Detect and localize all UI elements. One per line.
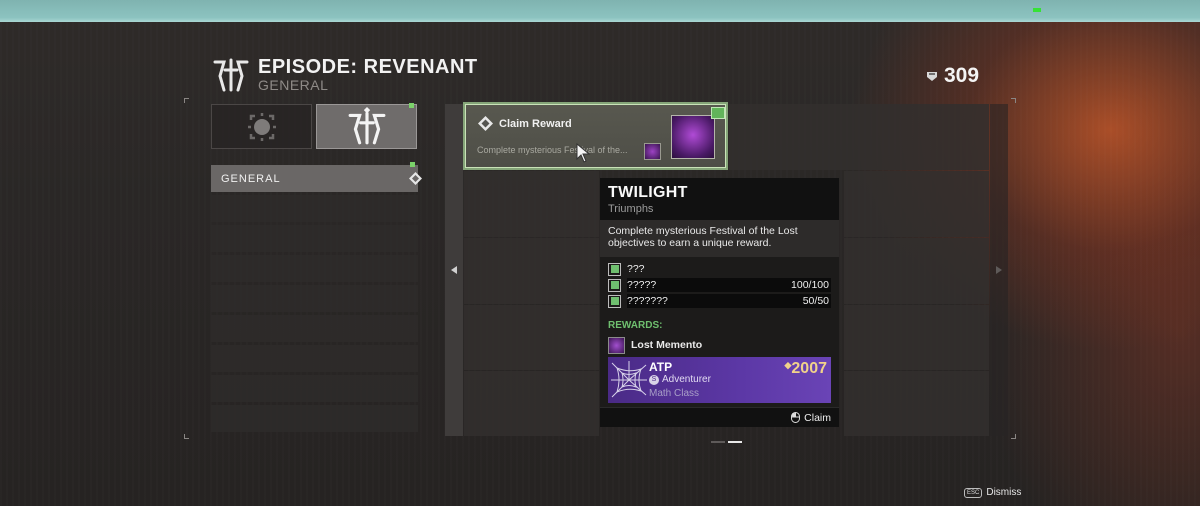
seasonal-emblem-icon <box>247 112 276 141</box>
category-item-empty <box>211 405 418 432</box>
rewards-heading: REWARDS: <box>608 320 663 331</box>
claim-reward-card[interactable]: Claim Reward Complete mysterious Festiva… <box>463 102 728 170</box>
frame-corner <box>184 434 189 439</box>
objective-bar: ????? 100/100 <box>627 278 831 292</box>
esc-key-icon: ESC <box>964 487 983 498</box>
page-title: EPISODE: REVENANT <box>258 56 478 78</box>
category-item-empty <box>211 225 418 252</box>
category-item-empty <box>211 375 418 402</box>
objective-label: ??? <box>627 263 645 275</box>
triumph-slot[interactable] <box>844 171 989 237</box>
emblem-subtitle: Math Class <box>649 388 700 399</box>
page-right-button[interactable] <box>990 104 1008 436</box>
triumph-slot[interactable] <box>844 305 989 370</box>
emblem-class-row: S Adventurer <box>649 374 711 385</box>
emblem-class: Adventurer <box>662 374 711 385</box>
objective-row: ??????? 50/50 <box>608 294 831 308</box>
tab-revenant[interactable] <box>316 104 417 149</box>
page-indicator-active[interactable] <box>728 441 742 443</box>
tooltip-body: ??? ????? 100/100 ??????? 50/50 REWARDS:… <box>600 257 839 407</box>
spiderweb-emblem-icon <box>611 361 647 398</box>
objective-label: ????? <box>627 279 657 291</box>
category-item-empty <box>211 195 418 222</box>
triumph-slot[interactable] <box>729 104 989 170</box>
card-title: Claim Reward <box>499 118 572 130</box>
category-list: GENERAL <box>211 165 422 435</box>
category-item-empty <box>211 255 418 282</box>
triumph-slot[interactable] <box>464 305 599 370</box>
emblem-power-value: 2007 <box>791 360 827 377</box>
category-label: GENERAL <box>221 172 281 185</box>
triumph-emblem-icon <box>671 115 715 159</box>
category-item-empty <box>211 285 418 312</box>
objective-progress: 50/50 <box>802 295 829 307</box>
currency-value: 309 <box>944 64 980 87</box>
objective-label: ??????? <box>627 295 668 307</box>
objective-checkbox <box>608 278 621 292</box>
chevron-right-icon <box>996 266 1002 274</box>
claimable-diamond-icon <box>409 172 422 185</box>
tooltip-type: Triumphs <box>608 203 654 215</box>
new-item-indicator <box>409 103 414 108</box>
lost-memento-icon <box>608 336 625 354</box>
reward-thumbnail-icon <box>644 143 661 160</box>
card-body: Claim Reward Complete mysterious Festiva… <box>465 104 726 168</box>
currency-display: 309 <box>926 64 979 88</box>
tooltip-title: TWILIGHT <box>608 184 688 201</box>
mouse-button-icon <box>791 412 801 423</box>
objective-row: ??? <box>608 262 831 276</box>
page-indicator-inactive[interactable] <box>711 441 725 443</box>
card-description: Complete mysterious Festival of the... <box>477 145 628 155</box>
tab-seasonal[interactable] <box>211 104 312 149</box>
triumph-tooltip: TWILIGHT Triumphs Complete mysterious Fe… <box>600 178 839 427</box>
triumph-slot[interactable] <box>464 238 599 304</box>
triumph-slot[interactable] <box>844 238 989 304</box>
category-item-empty <box>211 315 418 342</box>
mouse-cursor-icon <box>576 143 591 163</box>
chevron-left-icon <box>451 266 457 274</box>
triumph-slot[interactable] <box>464 171 599 237</box>
objective-progress: 100/100 <box>791 279 829 291</box>
badge-icon <box>711 107 725 119</box>
status-indicator-icon <box>1033 8 1041 12</box>
reward-item-label: Lost Memento <box>631 339 703 351</box>
frame-corner <box>184 98 189 103</box>
claimable-diamond-icon <box>478 116 493 131</box>
objective-checkbox <box>608 294 621 308</box>
dismiss-label: Dismiss <box>986 487 1022 498</box>
tooltip-footer: Claim <box>600 407 839 427</box>
objective-row: ????? 100/100 <box>608 278 831 292</box>
new-item-indicator <box>410 162 415 167</box>
objective-bar: ??????? 50/50 <box>627 294 831 308</box>
emblem-power: ◆2007 <box>784 360 827 378</box>
top-status-bar <box>0 0 1200 22</box>
frame-corner <box>1011 98 1016 103</box>
objective-bar: ??? <box>627 262 831 276</box>
triumph-slot[interactable] <box>844 371 989 436</box>
page-subtitle: GENERAL <box>258 77 329 93</box>
seal-icon: S <box>649 374 659 385</box>
category-item-empty <box>211 345 418 372</box>
tooltip-description: Complete mysterious Festival of the Lost… <box>600 220 839 257</box>
reward-emblem-banner: ATP S Adventurer Math Class ◆2007 <box>608 357 831 403</box>
revenant-logo-icon <box>348 106 385 144</box>
reward-item: Lost Memento <box>608 336 831 354</box>
emblem-name: ATP <box>649 360 673 374</box>
objective-checkbox <box>608 262 621 276</box>
currency-icon <box>927 72 937 81</box>
claim-action-label[interactable]: Claim <box>804 412 831 424</box>
tooltip-header: TWILIGHT Triumphs <box>600 178 839 220</box>
page-left-button[interactable] <box>445 104 463 436</box>
frame-corner <box>1011 434 1016 439</box>
triumph-slot[interactable] <box>464 371 599 436</box>
revenant-logo-icon <box>213 58 249 92</box>
dismiss-button[interactable]: ESC Dismiss <box>964 487 1021 498</box>
category-item-general[interactable]: GENERAL <box>211 165 422 192</box>
